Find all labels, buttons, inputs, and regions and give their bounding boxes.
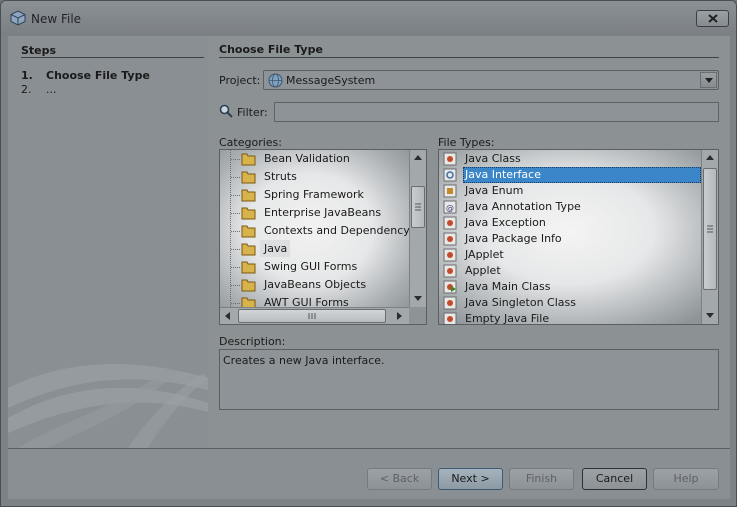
java-class-icon bbox=[443, 152, 457, 166]
next-button[interactable]: Next > bbox=[438, 468, 503, 490]
file-types-viewport: Java Class Java Interface Java Enum @ Ja… bbox=[439, 150, 701, 324]
scroll-right-button[interactable] bbox=[392, 308, 408, 324]
folder-icon bbox=[241, 225, 256, 238]
step-2: 2.... bbox=[21, 83, 57, 96]
project-value: MessageSystem bbox=[286, 74, 376, 87]
category-item[interactable]: Contexts and Dependency Injection bbox=[220, 222, 409, 240]
help-button[interactable]: Help bbox=[653, 468, 719, 490]
steps-divider bbox=[21, 57, 204, 58]
java-interface-icon bbox=[443, 168, 457, 182]
folder-icon bbox=[241, 207, 256, 220]
description-label: Description: bbox=[219, 335, 286, 348]
scroll-thumb[interactable] bbox=[411, 186, 425, 228]
finish-button[interactable]: Finish bbox=[509, 468, 574, 490]
grip-icon bbox=[415, 203, 421, 211]
category-item[interactable]: AWT GUI Forms bbox=[220, 294, 409, 307]
categories-label: Categories: bbox=[219, 136, 282, 149]
description-box: Creates a new Java interface. bbox=[219, 349, 719, 410]
java-package-info-icon bbox=[443, 232, 457, 246]
netbeans-swoosh-graphic bbox=[8, 364, 208, 448]
category-item[interactable]: Enterprise JavaBeans bbox=[220, 204, 409, 222]
project-globe-icon bbox=[268, 73, 283, 88]
grip-icon bbox=[308, 313, 316, 319]
folder-icon bbox=[241, 279, 256, 292]
page-title: Choose File Type bbox=[219, 43, 323, 56]
java-main-class-icon bbox=[443, 280, 457, 294]
category-item-selected[interactable]: Java bbox=[220, 240, 409, 258]
chevron-down-icon bbox=[705, 78, 713, 83]
chevron-left-icon bbox=[225, 312, 230, 320]
close-button[interactable] bbox=[696, 10, 729, 27]
folder-icon bbox=[241, 297, 256, 307]
category-item[interactable]: Struts bbox=[220, 168, 409, 186]
project-dropdown-button[interactable] bbox=[700, 72, 717, 88]
folder-icon bbox=[241, 171, 256, 184]
new-file-dialog: New File Steps 1. Choose File Type 2.... … bbox=[0, 0, 737, 507]
category-item[interactable]: Swing GUI Forms bbox=[220, 258, 409, 276]
category-item[interactable]: JavaBeans Objects bbox=[220, 276, 409, 294]
description-text: Creates a new Java interface. bbox=[223, 354, 385, 367]
title-divider bbox=[219, 57, 719, 58]
file-type-item[interactable]: Empty Java File bbox=[439, 310, 701, 324]
folder-icon bbox=[241, 261, 256, 274]
project-label: Project: bbox=[219, 74, 261, 87]
applet-icon bbox=[443, 264, 457, 278]
close-icon bbox=[708, 14, 718, 23]
categories-viewport: Bean Validation Struts Spring Framework … bbox=[220, 150, 409, 307]
grip-icon bbox=[707, 225, 713, 233]
search-icon bbox=[219, 104, 233, 118]
horizontal-scroll-thumb[interactable] bbox=[238, 309, 386, 323]
categories-vertical-scrollbar[interactable] bbox=[409, 150, 426, 307]
scroll-up-button[interactable] bbox=[702, 150, 718, 166]
java-enum-icon bbox=[443, 184, 457, 198]
step-1: 1. Choose File Type bbox=[21, 69, 150, 82]
file-types-vertical-scrollbar[interactable] bbox=[701, 150, 718, 324]
scroll-left-button[interactable] bbox=[220, 308, 236, 324]
steps-panel: Steps 1. Choose File Type 2.... bbox=[8, 36, 208, 448]
japplet-icon bbox=[443, 248, 457, 262]
java-singleton-class-icon bbox=[443, 296, 457, 310]
scroll-down-button[interactable] bbox=[702, 308, 718, 324]
chevron-down-icon bbox=[706, 313, 714, 318]
netbeans-cube-icon bbox=[10, 10, 26, 26]
filter-label: Filter: bbox=[237, 106, 268, 119]
java-annotation-icon: @ bbox=[443, 200, 457, 214]
chevron-up-icon bbox=[706, 155, 714, 160]
chevron-down-icon bbox=[414, 296, 422, 301]
empty-java-file-icon bbox=[443, 312, 457, 324]
file-types-label: File Types: bbox=[438, 136, 495, 149]
categories-horizontal-scrollbar[interactable] bbox=[220, 307, 409, 324]
svg-text:@: @ bbox=[446, 204, 454, 213]
folder-icon bbox=[241, 189, 256, 202]
window-title: New File bbox=[31, 12, 82, 26]
categories-tree[interactable]: Bean Validation Struts Spring Framework … bbox=[219, 149, 427, 325]
folder-icon bbox=[241, 243, 256, 256]
steps-title: Steps bbox=[21, 44, 57, 57]
scroll-down-button[interactable] bbox=[410, 291, 426, 307]
chevron-right-icon bbox=[397, 312, 402, 320]
chevron-up-icon bbox=[414, 155, 422, 160]
title-bar[interactable]: New File bbox=[1, 1, 736, 36]
file-types-list[interactable]: Java Class Java Interface Java Enum @ Ja… bbox=[438, 149, 719, 325]
scroll-up-button[interactable] bbox=[410, 150, 426, 166]
cancel-button[interactable]: Cancel bbox=[582, 468, 647, 490]
project-combobox[interactable]: MessageSystem bbox=[263, 70, 719, 90]
category-item[interactable]: Spring Framework bbox=[220, 186, 409, 204]
back-button[interactable]: < Back bbox=[367, 468, 432, 490]
scroll-thumb[interactable] bbox=[703, 168, 717, 290]
folder-icon bbox=[241, 153, 256, 166]
java-exception-icon bbox=[443, 216, 457, 230]
category-item[interactable]: Bean Validation bbox=[220, 150, 409, 168]
filter-input[interactable] bbox=[274, 102, 719, 122]
